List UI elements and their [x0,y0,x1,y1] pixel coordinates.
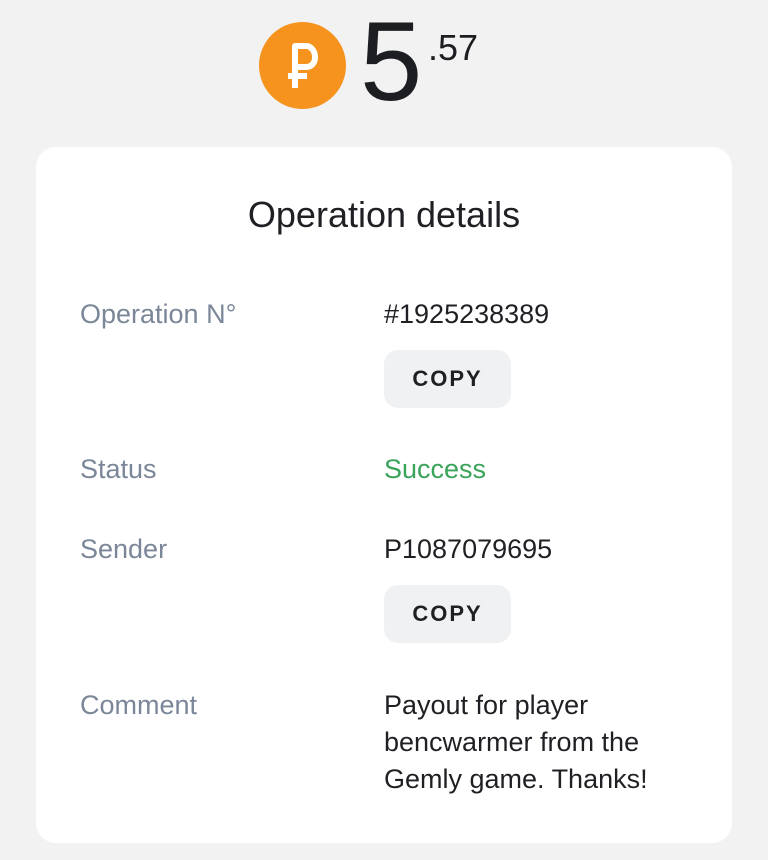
p-coin-icon [259,22,346,109]
copy-operation-number-button[interactable]: COPY [384,350,511,408]
operation-number-value: #1925238389 [384,299,550,329]
sender-value: P1087079695 [384,534,553,564]
comment-label: Comment [80,690,198,720]
status-label: Status [80,454,157,484]
balance-decimal: .57 [428,27,479,68]
copy-sender-button[interactable]: COPY [384,585,511,643]
status-value: Success [384,454,487,484]
sender-label: Sender [80,534,168,564]
comment-value: Payout for player bencwarmer from the Ge… [384,690,648,794]
balance-integer: 5 [360,0,422,124]
operation-number-label: Operation N° [80,299,237,329]
card-title: Operation details [247,194,521,235]
balance-header: 5 .57 [0,0,768,140]
